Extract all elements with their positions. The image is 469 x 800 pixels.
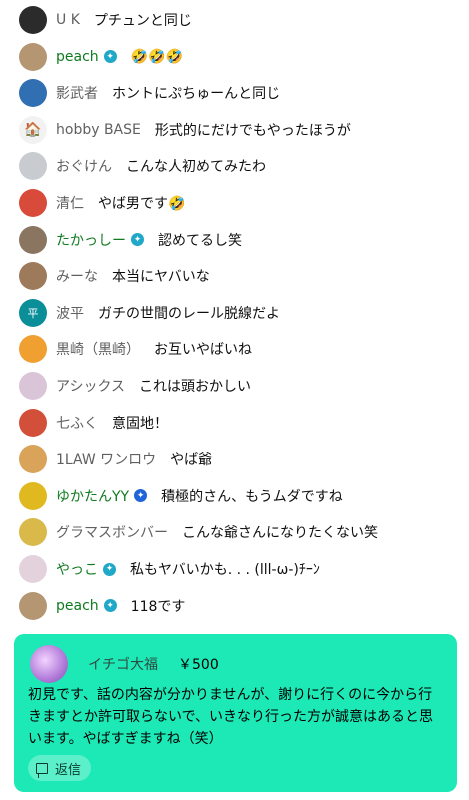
author-name[interactable]: hobby BASE [56, 122, 141, 138]
message-text: こんな爺さんになりたくない笑 [182, 525, 378, 542]
chat-message[interactable]: アシックス これは頭おかしい [19, 372, 251, 400]
author-avatar[interactable] [19, 42, 47, 71]
author-name[interactable]: たかっしー ✦ [56, 230, 144, 250]
author-name-text: 清仁 [56, 196, 84, 212]
chat-message[interactable]: U K プチュンと同じ [19, 6, 192, 34]
author-avatar[interactable] [19, 518, 47, 547]
author-avatar[interactable] [19, 225, 47, 254]
message-text: やば男です🤣 [98, 196, 186, 212]
author-avatar[interactable] [19, 408, 47, 437]
author-name-text: たかっしー [56, 232, 126, 249]
reply-icon [36, 762, 48, 778]
author-name-text: hobby BASE [56, 121, 141, 138]
author-name[interactable]: アシックス [56, 376, 125, 396]
author-avatar[interactable] [19, 445, 47, 474]
member-badge-icon: ✦ [103, 599, 117, 613]
message-text: 本当にヤバいな [112, 269, 210, 286]
author-avatar[interactable] [19, 152, 47, 181]
chat-message[interactable]: たかっしー ✦ 認めてるし笑 [19, 225, 242, 254]
chat-message[interactable]: おぐけん こんな人初めてみたわ [19, 152, 266, 181]
chat-message[interactable]: 黒崎（黒崎） お互いやばいね [19, 335, 252, 364]
message-text: 私もヤバいかも. . . (lll-ω-)ﾁｰﾝ [130, 562, 320, 578]
author-name-text: グラマスボンバー [56, 525, 168, 542]
chat-message[interactable]: peach ✦ 118です [19, 591, 186, 620]
author-name[interactable]: 波平 [56, 303, 84, 323]
super-chat-amount: ￥500 [178, 657, 219, 673]
author-name[interactable]: 七ふく [56, 413, 98, 433]
reply-button[interactable]: 返信 [28, 755, 92, 781]
author-name-text: 影武者 [56, 86, 98, 103]
member-badge-icon: ✦ [131, 233, 144, 247]
author-name-text: やっこ [56, 562, 98, 578]
author-avatar[interactable] [19, 372, 47, 400]
super-chat-card[interactable]: イチゴ大福 ￥500 初見です、話の内容が分かりませんが、謝りに行くのに今から行… [14, 634, 457, 792]
member-badge-icon: ✦ [103, 562, 116, 576]
member-badge-icon: ✦ [134, 489, 148, 503]
author-name-text: 波平 [56, 305, 84, 322]
author-name-text: 黒崎（黒崎） [56, 342, 140, 359]
message-text: 意固地！ [112, 415, 168, 432]
super-chat-avatar[interactable] [30, 645, 68, 683]
author-name-text: アシックス [56, 379, 126, 395]
chat-message[interactable]: 清仁 やば男です🤣 [19, 189, 185, 217]
author-avatar[interactable]: 平 [19, 298, 47, 327]
author-name[interactable]: 1LAW ワンロウ [56, 449, 156, 469]
author-name-text: 1LAW ワンロウ [56, 452, 157, 469]
author-name[interactable]: みーな [56, 266, 98, 286]
author-name[interactable]: 黒崎（黒崎） [56, 339, 140, 359]
chat-message[interactable]: ゆかたんYY ✦ 積極的さん、もうムダですね [19, 481, 343, 510]
author-name[interactable]: グラマスボンバー [56, 522, 168, 542]
author-name-text: U K [56, 12, 80, 28]
author-name[interactable]: peach ✦ [56, 49, 117, 65]
author-avatar[interactable] [19, 6, 47, 34]
author-name[interactable]: 影武者 [56, 83, 98, 103]
message-text: 認めてるし笑 [158, 232, 242, 249]
author-name[interactable]: 清仁 [56, 193, 84, 213]
message-text: 形式的にだけでもやったほうが [154, 122, 351, 139]
message-text: ホントにぷちゅーんと同じ [112, 86, 281, 103]
message-text: お互いやばいね [154, 342, 252, 359]
author-avatar[interactable]: 🏠 [19, 115, 47, 144]
chat-message[interactable]: 七ふく 意固地！ [19, 408, 168, 437]
message-text: これは頭おかしい [139, 379, 252, 395]
author-name-text: おぐけん [56, 159, 112, 176]
author-avatar[interactable] [19, 555, 47, 583]
author-name[interactable]: おぐけん [56, 156, 112, 176]
author-avatar[interactable] [19, 481, 47, 510]
author-avatar[interactable] [19, 262, 47, 291]
author-name-text: 七ふく [56, 415, 98, 432]
author-name-text: peach [56, 48, 99, 65]
chat-message[interactable]: 影武者 ホントにぷちゅーんと同じ [19, 79, 281, 108]
chat-message[interactable]: 🏠 hobby BASE 形式的にだけでもやったほうが [19, 115, 351, 144]
message-text: やば爺 [170, 452, 213, 469]
chat-message[interactable]: グラマスボンバー こんな爺さんになりたくない笑 [19, 518, 378, 547]
author-name[interactable]: ゆかたんYY ✦ [56, 486, 148, 506]
author-avatar[interactable] [19, 335, 47, 364]
chat-message[interactable]: 1LAW ワンロウ やば爺 [19, 445, 213, 474]
reply-label: 返信 [55, 762, 82, 778]
chat-message[interactable]: やっこ ✦ 私もヤバいかも. . . (lll-ω-)ﾁｰﾝ [19, 555, 320, 583]
author-name-text: peach [56, 597, 99, 614]
author-avatar[interactable] [19, 189, 47, 217]
author-name-text: ゆかたんYY [56, 488, 130, 505]
chat-message[interactable]: peach ✦ 🤣🤣🤣 [19, 42, 183, 71]
author-name[interactable]: やっこ ✦ [56, 559, 116, 579]
member-badge-icon: ✦ [103, 50, 117, 64]
message-text: こんな人初めてみたわ [126, 159, 266, 176]
message-text: 🤣🤣🤣 [130, 48, 183, 65]
message-text: ガチの世間のレール脱線だよ [98, 305, 280, 322]
message-text: 積極的さん、もうムダですね [161, 488, 343, 505]
author-name-text: みーな [56, 269, 98, 286]
author-avatar[interactable] [19, 591, 47, 620]
chat-message[interactable]: 平波平 ガチの世間のレール脱線だよ [19, 298, 280, 327]
author-avatar[interactable] [19, 79, 47, 108]
super-chat-message: 初見です、話の内容が分かりませんが、謝りに行くのに今から行きますとか許可取らない… [28, 687, 434, 747]
message-text: プチュンと同じ [93, 13, 192, 29]
chat-message[interactable]: みーな 本当にヤバいな [19, 262, 210, 291]
author-name[interactable]: U K [56, 12, 80, 28]
author-name[interactable]: peach ✦ [56, 598, 117, 614]
message-text: 118です [130, 598, 186, 615]
super-chat-author[interactable]: イチゴ大福 [88, 654, 158, 674]
